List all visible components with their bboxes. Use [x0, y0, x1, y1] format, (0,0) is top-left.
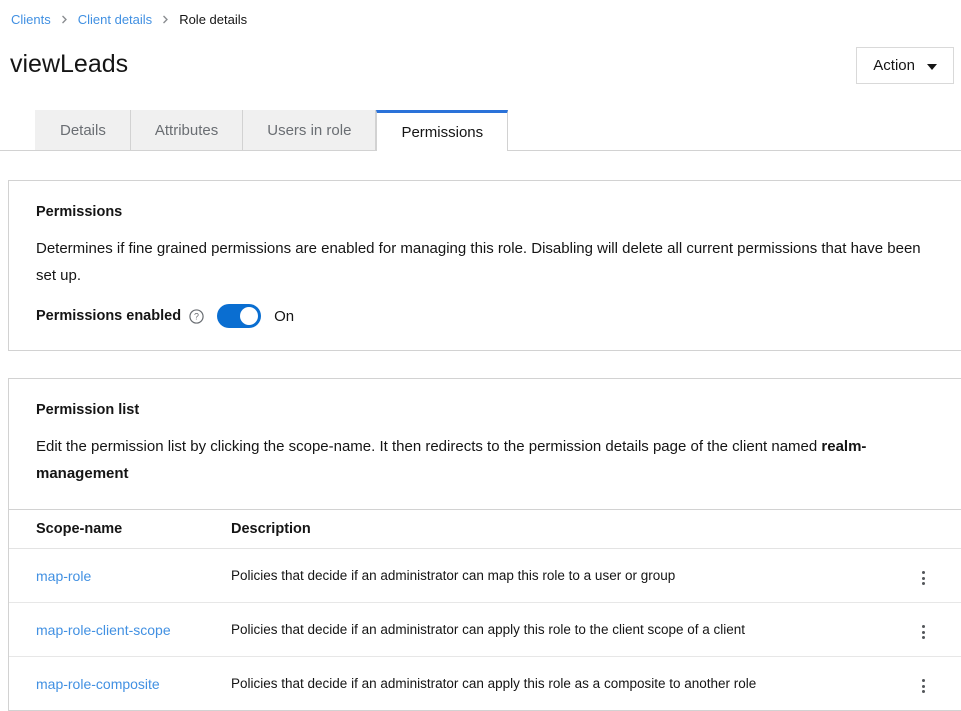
- permissions-card-title: Permissions: [36, 204, 933, 220]
- permission-list-description-text: Edit the permission list by clicking the…: [36, 438, 821, 455]
- permissions-enabled-toggle[interactable]: [217, 304, 261, 328]
- permission-list-card: Permission list Edit the permission list…: [8, 378, 961, 711]
- tab-permissions[interactable]: Permissions: [376, 110, 508, 151]
- action-menu-label: Action: [873, 57, 915, 74]
- toggle-state-text: On: [274, 308, 294, 325]
- chevron-right-icon: [161, 15, 170, 24]
- page-title: viewLeads: [10, 50, 128, 79]
- permissions-enabled-label: Permissions enabled: [36, 308, 181, 324]
- tab-users-in-role[interactable]: Users in role: [243, 110, 376, 150]
- action-menu-button[interactable]: Action: [856, 47, 954, 84]
- permissions-card-description: Determines if fine grained permissions a…: [36, 235, 933, 289]
- permission-list-title: Permission list: [36, 402, 933, 418]
- column-header-description: Description: [231, 510, 885, 549]
- breadcrumb-link-clients[interactable]: Clients: [11, 12, 51, 27]
- scope-link-map-role-client-scope[interactable]: map-role-client-scope: [36, 622, 171, 638]
- svg-text:?: ?: [194, 311, 199, 321]
- scope-link-map-role-composite[interactable]: map-role-composite: [36, 676, 160, 692]
- tab-panel-permissions: Permissions Determines if fine grained p…: [8, 180, 961, 676]
- tab-details[interactable]: Details: [35, 110, 131, 150]
- kebab-menu-icon[interactable]: [914, 620, 933, 644]
- question-circle-icon[interactable]: ?: [189, 309, 204, 324]
- tab-bar: Details Attributes Users in role Permiss…: [0, 110, 961, 151]
- permission-list-description: Edit the permission list by clicking the…: [36, 433, 933, 487]
- permissions-enabled-row: Permissions enabled ? On: [36, 304, 933, 328]
- scope-description: Policies that decide if an administrator…: [231, 549, 885, 603]
- column-header-scope-name: Scope-name: [9, 510, 231, 549]
- breadcrumb-current: Role details: [179, 12, 247, 27]
- kebab-menu-icon[interactable]: [914, 566, 933, 590]
- chevron-right-icon: [60, 15, 69, 24]
- tab-attributes[interactable]: Attributes: [131, 110, 243, 150]
- kebab-menu-icon[interactable]: [914, 674, 933, 698]
- table-row: map-role-composite Policies that decide …: [9, 657, 961, 711]
- table-row: map-role Policies that decide if an admi…: [9, 549, 961, 603]
- scope-description: Policies that decide if an administrator…: [231, 657, 885, 711]
- table-header-row: Scope-name Description: [9, 510, 961, 549]
- breadcrumb-link-client-details[interactable]: Client details: [78, 12, 152, 27]
- scope-link-map-role[interactable]: map-role: [36, 568, 91, 584]
- permissions-card: Permissions Determines if fine grained p…: [8, 180, 961, 351]
- breadcrumb: Clients Client details Role details: [11, 12, 247, 27]
- column-header-actions: [885, 510, 961, 549]
- caret-down-icon: [927, 64, 937, 70]
- scope-description: Policies that decide if an administrator…: [231, 603, 885, 657]
- toggle-knob: [240, 307, 258, 325]
- permission-list-table: Scope-name Description map-role Policies…: [9, 509, 961, 710]
- table-row: map-role-client-scope Policies that deci…: [9, 603, 961, 657]
